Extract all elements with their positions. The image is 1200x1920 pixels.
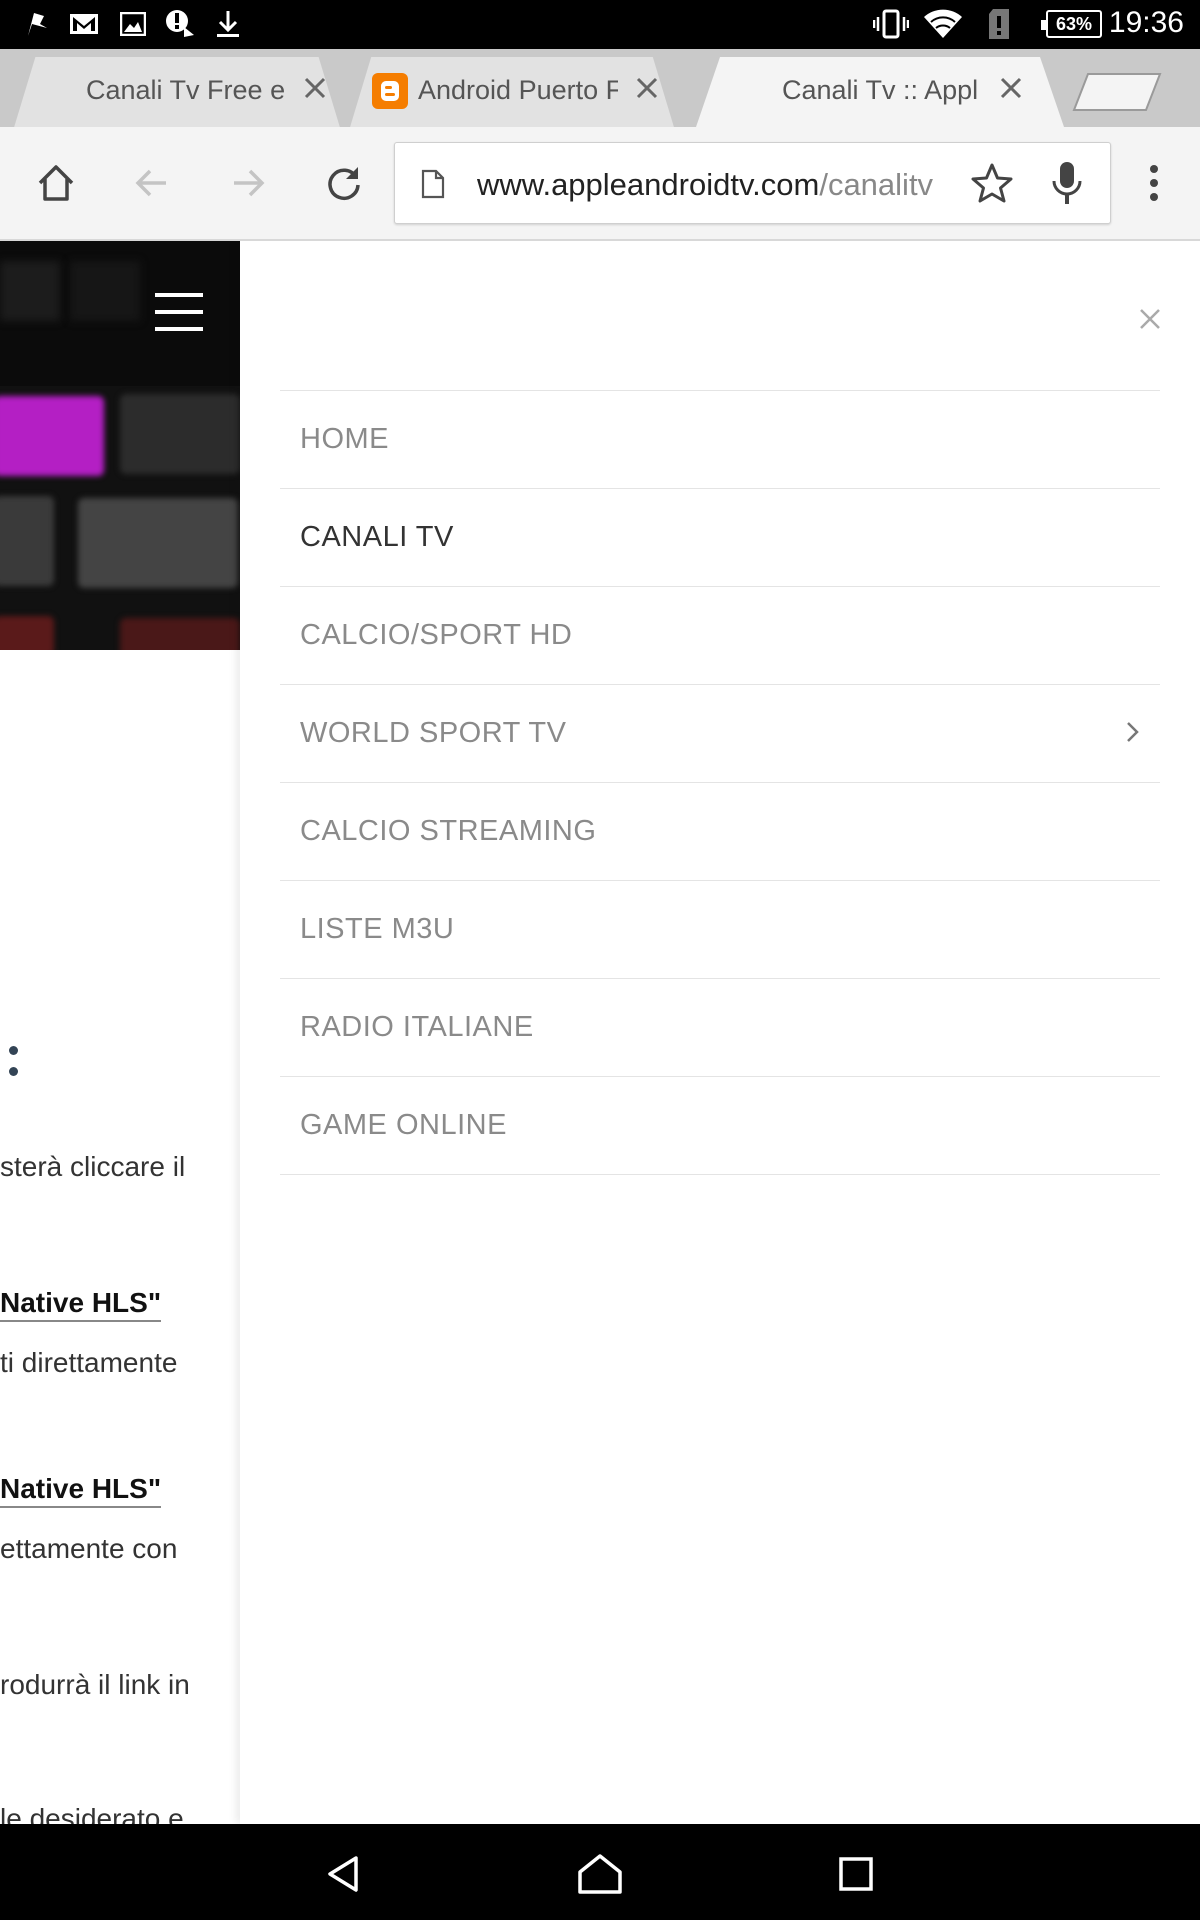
- paragraph-text: ti direttamente: [0, 1347, 178, 1378]
- alert-icon: [163, 8, 197, 40]
- thumbnail: [78, 498, 238, 588]
- web-page: sterà cliccare il Native HLS" ti diretta…: [0, 241, 1200, 1824]
- browser-toolbar: www.appleandroidtv.com/canalitv: [0, 127, 1200, 241]
- home-icon: [38, 165, 74, 201]
- reload-icon: [328, 167, 360, 200]
- tab-title: Android Puerto F: [418, 75, 618, 105]
- back-triangle-icon: [328, 1856, 358, 1892]
- site-header: [0, 241, 240, 386]
- recents-square-icon: [839, 1857, 873, 1891]
- wifi-icon: [922, 8, 964, 40]
- tab-2[interactable]: Android Puerto F: [336, 57, 688, 127]
- blogger-icon: [372, 73, 408, 109]
- menu-item-home[interactable]: HOME: [280, 391, 1160, 489]
- new-tab-button[interactable]: [1072, 72, 1162, 112]
- menu-item-radio-italiane[interactable]: RADIO ITALIANE: [280, 979, 1160, 1077]
- paragraph-text: sterà cliccare il: [0, 1151, 186, 1182]
- nav-recents-button[interactable]: [828, 1846, 884, 1902]
- tab-title: Canali Tv Free e: [86, 75, 286, 105]
- back-button[interactable]: [124, 155, 180, 211]
- image-icon: [118, 8, 148, 40]
- paragraph-text: ettamente con: [0, 1533, 178, 1564]
- thumbnail: [120, 394, 240, 474]
- tab-title: Canali Tv :: Appl: [782, 75, 979, 105]
- home-icon: [578, 1854, 622, 1894]
- background-page: sterà cliccare il Native HLS" ti diretta…: [0, 241, 240, 1824]
- home-button[interactable]: [28, 155, 84, 211]
- tab-1[interactable]: Canali Tv Free e: [0, 57, 354, 127]
- link-native-hls[interactable]: Native HLS": [0, 1287, 162, 1322]
- status-bar: 63% 19:36: [0, 0, 1200, 49]
- paragraph-text: rodurrà il link in: [0, 1669, 190, 1700]
- page-icon: [421, 169, 447, 201]
- gmail-icon: [68, 8, 100, 40]
- more-vert-icon: [1150, 165, 1158, 201]
- close-icon[interactable]: [298, 71, 332, 105]
- clock: 19:36: [1108, 6, 1184, 39]
- thumbnail: [0, 396, 104, 476]
- bookmark-star-icon[interactable]: [969, 161, 1015, 207]
- sim-alert-icon: [984, 8, 1014, 40]
- nav-home-button[interactable]: [572, 1846, 628, 1902]
- close-icon[interactable]: [630, 71, 664, 105]
- menu-item-liste-m3u[interactable]: LISTE M3U: [280, 881, 1160, 979]
- close-icon[interactable]: [994, 71, 1028, 105]
- menu-item-calcio-sport-hd[interactable]: CALCIO/SPORT HD: [280, 587, 1160, 685]
- close-icon: [1140, 309, 1160, 329]
- channel-thumbnails: [0, 386, 240, 650]
- microphone-icon[interactable]: [1047, 159, 1087, 209]
- address-bar[interactable]: www.appleandroidtv.com/canalitv: [394, 142, 1111, 224]
- url-text[interactable]: www.appleandroidtv.com/canalitv: [477, 167, 947, 203]
- flag-icon: [22, 8, 52, 40]
- thumbnail: [120, 618, 240, 650]
- chevron-right-icon[interactable]: [1120, 717, 1144, 747]
- tab-3-active[interactable]: Canali Tv :: Appl: [680, 57, 1080, 127]
- overflow-menu-button[interactable]: [1126, 155, 1182, 211]
- system-nav-bar: [0, 1824, 1200, 1920]
- menu-item-canali-tv[interactable]: CANALI TV: [280, 489, 1160, 587]
- menu-item-calcio-streaming[interactable]: CALCIO STREAMING: [280, 783, 1160, 881]
- thumbnail: [0, 616, 54, 650]
- reload-button[interactable]: [316, 155, 372, 211]
- close-menu-button[interactable]: [1132, 301, 1168, 337]
- nav-menu: HOME CANALI TV CALCIO/SPORT HD WORLD SPO…: [280, 390, 1160, 1175]
- tab-strip: Canali Tv Free e Android Puerto F Canali…: [0, 49, 1200, 127]
- battery-icon: 63%: [1041, 10, 1102, 38]
- bullet-dots: [9, 1046, 21, 1086]
- arrow-left-icon: [135, 169, 166, 197]
- nav-back-button[interactable]: [316, 1846, 372, 1902]
- hamburger-menu-icon[interactable]: [155, 293, 205, 331]
- menu-item-world-sport-tv[interactable]: WORLD SPORT TV: [280, 685, 1160, 783]
- link-native-hls[interactable]: Native HLS": [0, 1473, 162, 1508]
- menu-item-game-online[interactable]: GAME ONLINE: [280, 1077, 1160, 1175]
- paragraph-text: le desiderato e: [0, 1803, 184, 1824]
- download-icon: [212, 8, 244, 40]
- arrow-right-icon: [234, 169, 265, 197]
- vibrate-icon: [872, 8, 910, 40]
- forward-button[interactable]: [220, 155, 276, 211]
- thumbnail: [0, 496, 54, 586]
